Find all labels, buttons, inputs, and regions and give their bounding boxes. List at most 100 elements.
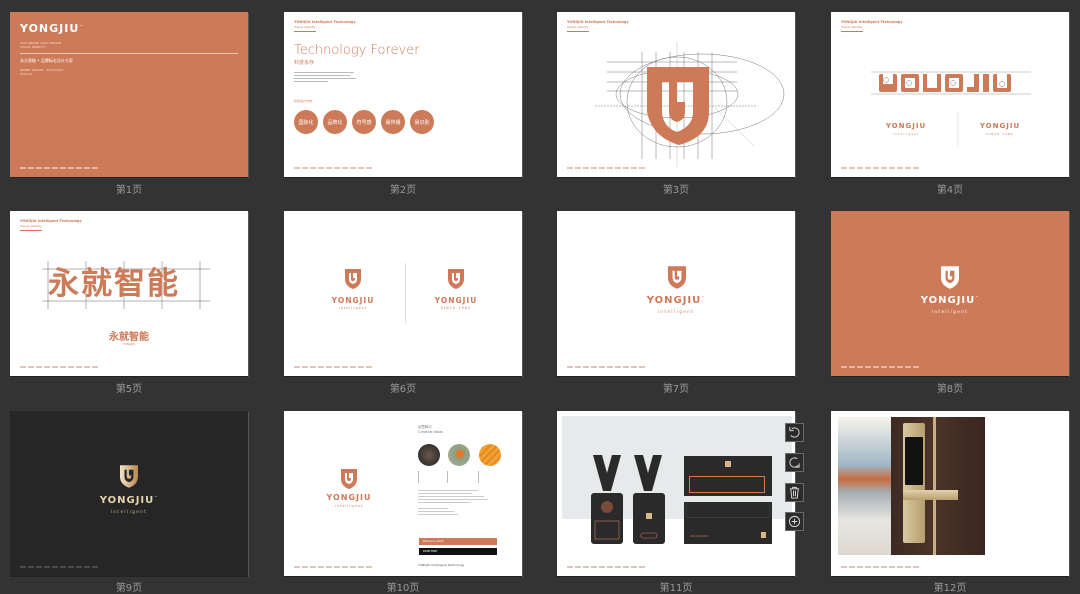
page-label: 第11页 xyxy=(659,583,693,594)
cn-wordmark-small: 永就智能 xyxy=(109,332,149,343)
color-bar-dark: PANTONE xyxy=(419,548,497,555)
divider xyxy=(20,53,238,54)
tagline: Intelligent xyxy=(931,309,969,314)
headline: Technology Forever xyxy=(294,43,420,58)
footer-line xyxy=(294,366,374,368)
footer-line xyxy=(20,167,100,169)
logo-shield xyxy=(448,269,464,289)
section-label: 标志设计方向 xyxy=(294,99,313,103)
rotate-right-button[interactable] xyxy=(785,453,804,472)
cover-meta: 2021/07 xyxy=(20,72,33,76)
pill-1: 国际化 xyxy=(294,110,318,134)
wordmark: YONGJIU xyxy=(434,296,478,305)
plus-circle-icon xyxy=(788,515,801,528)
divider xyxy=(405,263,406,323)
page-label: 第5页 xyxy=(115,384,143,395)
footer-line xyxy=(841,167,921,169)
pill-4: 易传播 xyxy=(381,110,405,134)
page-thumbnail-6[interactable]: YONGJIU Intelligent YONGJIU SINCE 1985 xyxy=(284,211,522,376)
logo-construction-grid xyxy=(595,42,785,167)
photo-door xyxy=(891,417,985,555)
logo-shield xyxy=(647,67,709,145)
page-thumbnail-12[interactable] xyxy=(831,411,1069,576)
footer-line xyxy=(567,566,647,568)
wordmark: YONGJIU™ xyxy=(920,295,980,306)
page-label: 第4页 xyxy=(936,185,964,196)
trash-icon xyxy=(789,486,800,499)
image-circle-wood xyxy=(418,444,440,466)
body-text xyxy=(418,490,498,515)
creative-subtitle: Creative Ideas xyxy=(418,430,444,434)
logo-shield xyxy=(345,269,361,289)
photo-lobby xyxy=(838,417,891,555)
wordmark: YONGJIU xyxy=(885,122,927,130)
footer-line xyxy=(294,566,374,568)
page-label: 第6页 xyxy=(389,384,417,395)
wordmark: YONGJIU™ xyxy=(99,495,159,506)
pill-3: 符号感 xyxy=(352,110,376,134)
envelope-front xyxy=(684,456,772,496)
page-thumbnail-1[interactable]: YONGJIU™ 2021 BRAND LOGO DESIGN VISUAL I… xyxy=(10,12,248,177)
rotate-right-icon xyxy=(789,457,800,468)
page-thumbnail-11[interactable]: 400-000-0000 xyxy=(557,411,795,576)
rotate-left-icon xyxy=(789,426,800,438)
wordmark: YONGJIU™ xyxy=(20,22,84,35)
footer-line xyxy=(294,167,374,169)
delete-button[interactable] xyxy=(785,483,804,502)
page-thumbnail-3[interactable]: YONGJIU Intelligent Technology Visual Ide… xyxy=(557,12,795,177)
image-circle-orange xyxy=(479,444,501,466)
body-text xyxy=(294,72,358,82)
page-label: 第10页 xyxy=(386,583,420,594)
footer-line xyxy=(20,566,100,568)
page-label: 第1页 xyxy=(115,185,143,196)
since-text: SINCE 1985 xyxy=(986,132,1014,136)
page-label: 第12页 xyxy=(933,583,967,594)
page-thumbnail-10[interactable]: YONGJIU Intelligent 创意释义 Creative Ideas … xyxy=(284,411,522,576)
footer-line xyxy=(20,366,100,368)
page-thumbnail-7[interactable]: YONGJIU™ Intelligent xyxy=(557,211,795,376)
tagline: Intelligent xyxy=(657,309,695,314)
creative-title: 创意释义 xyxy=(418,425,432,429)
logo-shield xyxy=(341,469,357,489)
footer-line xyxy=(567,167,647,169)
add-button[interactable] xyxy=(785,512,804,531)
envelope-back: 400-000-0000 xyxy=(684,502,772,544)
page-label: 第2页 xyxy=(389,185,417,196)
image-circle-bird xyxy=(448,444,470,466)
wordmark: YONGJIU™ xyxy=(646,295,706,306)
logo-shield xyxy=(668,266,686,289)
pill-2: 品牌化 xyxy=(323,110,347,134)
page-label: 第7页 xyxy=(662,384,690,395)
wordmark: YONGJIU xyxy=(331,296,375,305)
wordmark: YONGJIU xyxy=(326,493,372,502)
cover-line: VISUAL IDENTITY xyxy=(20,45,46,49)
rotate-left-button[interactable] xyxy=(785,423,804,442)
page-thumbnail-5[interactable]: YONGJIU Intelligent Technology Visual Ide… xyxy=(10,211,248,376)
page-label: 第3页 xyxy=(662,185,690,196)
footer-line xyxy=(567,366,647,368)
tagline: Intelligent xyxy=(338,306,368,310)
footer-line xyxy=(841,366,921,368)
page-thumbnail-9[interactable]: YONGJIU™ Intelligent xyxy=(10,411,248,576)
wordmark: YONGJIU xyxy=(979,122,1021,130)
id-badges xyxy=(591,455,665,544)
tagline: Intelligent xyxy=(334,504,364,508)
pill-5: 易识别 xyxy=(410,110,434,134)
page-thumbnail-8[interactable]: YONGJIU™ Intelligent xyxy=(831,211,1069,376)
page-thumbnail-2[interactable]: YONGJIU Intelligent Technology Visual Ide… xyxy=(284,12,522,177)
wordmark-small: YONGJIU xyxy=(122,342,136,346)
footer-text: YONGJIU Intelligent Technology xyxy=(418,563,465,567)
logo-shield xyxy=(120,465,138,488)
cn-wordmark-large: 永就智能 xyxy=(48,266,180,302)
tagline: Intelligent xyxy=(892,132,920,136)
page-label: 第8页 xyxy=(936,384,964,395)
headline-cn: 科技永存 xyxy=(294,60,315,66)
slide-header: YONGJIU Intelligent Technology Visual Ide… xyxy=(294,20,356,38)
tagline: Intelligent xyxy=(110,509,148,514)
since-text: SINCE 1985 xyxy=(440,306,472,310)
color-bar-orange: Pantone 2021 xyxy=(419,538,497,545)
logo-shield xyxy=(941,266,959,289)
page-thumbnail-4[interactable]: YONGJIU Intelligent Technology Visual Ide… xyxy=(831,12,1069,177)
page-label: 第9页 xyxy=(115,583,143,594)
footer-line xyxy=(841,566,921,568)
